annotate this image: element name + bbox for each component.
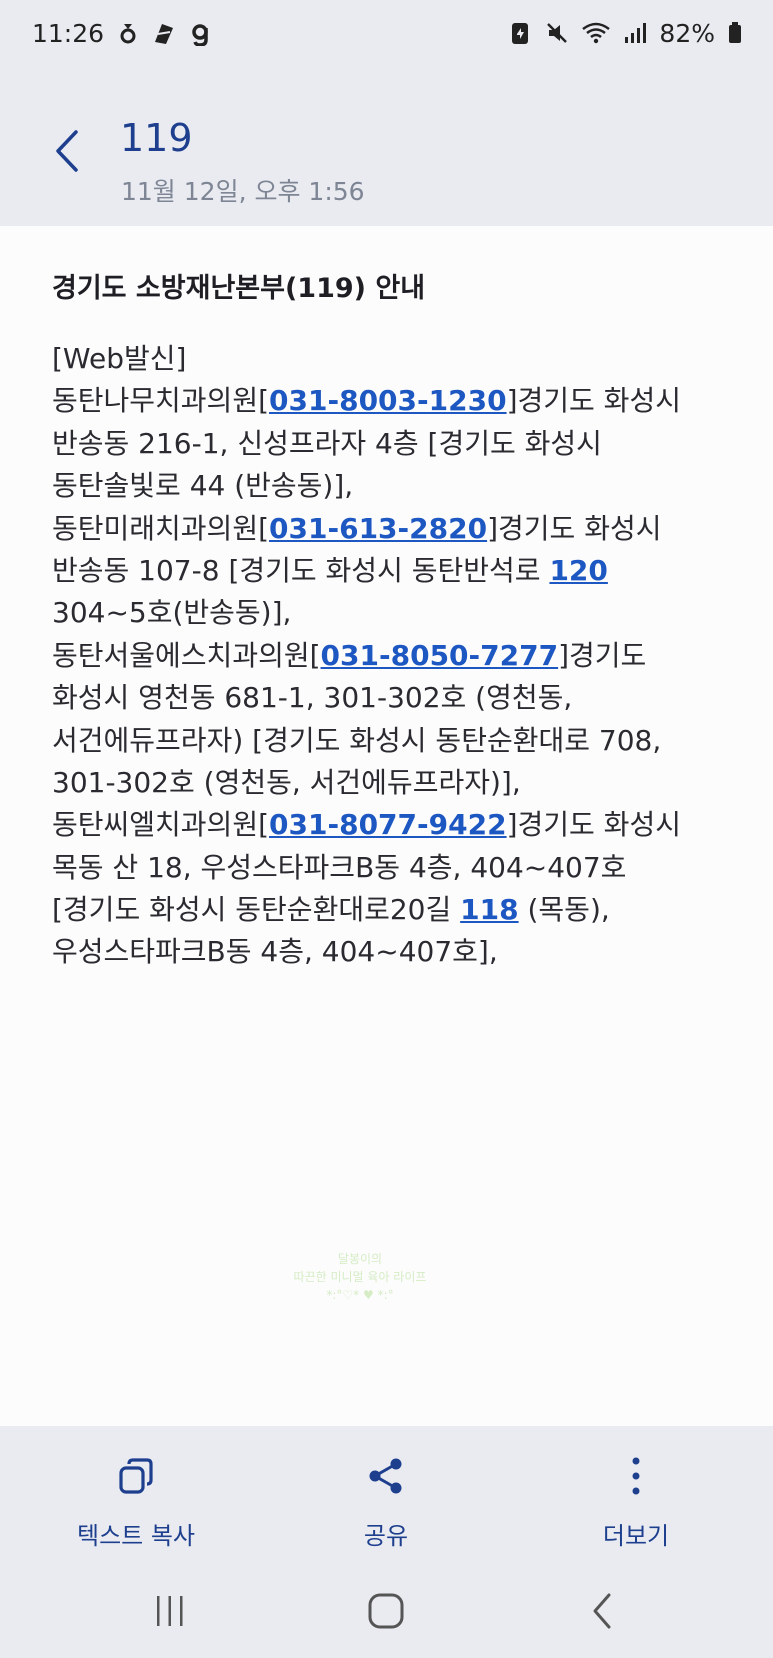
- message-text: (목동),: [518, 893, 610, 927]
- message-line: 우성스타파크B동 4층, 404~407호],: [52, 931, 752, 973]
- message-title: 경기도 소방재난본부(119) 안내: [52, 273, 426, 304]
- message-line: 동탄나무치과의원[031-8003-1230]경기도 화성시: [52, 380, 752, 422]
- mute-icon: [545, 20, 569, 46]
- phone-link[interactable]: 031-8003-1230: [269, 384, 507, 417]
- phone-link[interactable]: 118: [460, 893, 518, 926]
- message-date: 11월 12일, 오후 1:56: [121, 177, 365, 206]
- message-line: 304~5호(반송동)],: [52, 592, 752, 634]
- message-line: 서건에듀프라자) [경기도 화성시 동탄순환대로 708,: [52, 720, 752, 762]
- message-text: [경기도 화성시 동탄순환대로20길: [52, 893, 461, 927]
- more-label: 더보기: [602, 1522, 670, 1550]
- copy-text-button[interactable]: 텍스트 복사: [36, 1448, 236, 1558]
- message-text: [Web발신]: [52, 342, 187, 375]
- g-notification-icon: [188, 20, 212, 47]
- back-nav-icon: [593, 1593, 611, 1629]
- phone-link[interactable]: 031-8050-7277: [321, 639, 559, 672]
- message-content: 경기도 소방재난본부(119) 안내 [Web발신] 동탄나무치과의원[031-8…: [0, 226, 773, 1426]
- sender-title: 119: [120, 116, 193, 160]
- share-button[interactable]: 공유: [286, 1448, 486, 1558]
- watermark-line: 달봉이의: [337, 1252, 383, 1266]
- notification-icon: [116, 20, 140, 46]
- share-icon: [369, 1458, 402, 1494]
- message-line: 동탄미래치과의원[031-613-2820]경기도 화성시: [52, 508, 752, 550]
- watermark: 달봉이의 따끈한 미니멀 육아 라이프 *:°♡* ♥ *:°: [280, 1250, 440, 1304]
- message-text: 동탄미래치과의원[: [52, 511, 270, 545]
- more-button[interactable]: 더보기: [536, 1448, 736, 1558]
- message-line: [Web발신]: [52, 338, 752, 380]
- message-text: 동탄서울에스치과의원[: [52, 638, 321, 672]
- message-line: 동탄솔빛로 44 (반송동)],: [52, 465, 752, 507]
- watermark-line: 따끈한 미니멀 육아 라이프: [293, 1270, 427, 1284]
- bottom-bar: 텍스트 복사 공유 더보기: [0, 1426, 773, 1658]
- signal-icon: [623, 20, 647, 46]
- message-line: 목동 산 18, 우성스타파크B동 4층, 404~407호: [52, 847, 752, 889]
- message-text: 서건에듀프라자) [경기도 화성시 동탄순환대로 708,: [52, 723, 662, 757]
- message-text: 목동 산 18, 우성스타파크B동 4층, 404~407호: [52, 850, 627, 884]
- chevron-left-icon: [56, 130, 78, 172]
- message-text: ]경기도 화성시: [487, 511, 662, 545]
- message-line: 301-302호 (영천동, 서건에듀프라자)],: [52, 762, 752, 804]
- battery-saver-icon: [509, 20, 533, 46]
- message-text: 동탄솔빛로 44 (반송동)],: [52, 469, 354, 503]
- message-text: 우성스타파크B동 4층, 404~407호],: [52, 935, 498, 969]
- conversation-header: 119 11월 12일, 오후 1:56: [0, 66, 773, 226]
- copy-icon: [119, 1458, 153, 1494]
- message-text: 반송동 216-1, 신성프라자 4층 [경기도 화성시: [52, 426, 602, 460]
- battery-percent: 82%: [659, 18, 715, 48]
- message-text: ]경기도 화성시: [506, 808, 681, 842]
- message-body[interactable]: [Web발신] 동탄나무치과의원[031-8003-1230]경기도 화성시 반송동…: [52, 338, 752, 974]
- message-text: 화성시 영천동 681-1, 301-302호 (영천동,: [52, 681, 573, 715]
- message-text: 304~5호(반송동)],: [52, 596, 292, 630]
- status-right: 82%: [509, 19, 743, 48]
- status-left: 11:26: [32, 19, 212, 48]
- app-notification-icon: [152, 20, 176, 46]
- recent-apps-button[interactable]: [140, 1581, 200, 1641]
- message-line: 화성시 영천동 681-1, 301-302호 (영천동,: [52, 677, 752, 719]
- more-vertical-icon: [632, 1457, 640, 1495]
- message-text: 반송동 107-8 [경기도 화성시 동탄반석로: [52, 553, 550, 587]
- message-text: 동탄씨엘치과의원[: [52, 808, 270, 842]
- recent-apps-icon: [157, 1596, 183, 1626]
- phone-link[interactable]: 120: [549, 554, 607, 587]
- message-line: 반송동 216-1, 신성프라자 4층 [경기도 화성시: [52, 423, 752, 465]
- message-line: 반송동 107-8 [경기도 화성시 동탄반석로 120: [52, 550, 752, 592]
- phone-link[interactable]: 031-613-2820: [269, 512, 487, 545]
- home-icon: [368, 1593, 404, 1629]
- message-text: ]경기도 화성시: [506, 384, 681, 418]
- wifi-icon: [581, 20, 611, 46]
- phone-link[interactable]: 031-8077-9422: [269, 808, 507, 841]
- share-label: 공유: [363, 1522, 409, 1550]
- home-button[interactable]: [356, 1581, 416, 1641]
- system-nav-bar: [0, 1571, 773, 1658]
- back-button[interactable]: [40, 124, 94, 178]
- copy-text-label: 텍스트 복사: [76, 1522, 196, 1550]
- status-bar: 11:26 82%: [0, 0, 773, 66]
- status-time: 11:26: [32, 18, 105, 48]
- message-text: 동탄나무치과의원[: [52, 384, 270, 418]
- message-line: 동탄서울에스치과의원[031-8050-7277]경기도: [52, 635, 752, 677]
- battery-icon: [727, 20, 743, 46]
- message-text: ]경기도: [558, 638, 647, 672]
- watermark-line: *:°♡* ♥ *:°: [326, 1288, 394, 1302]
- message-text: 301-302호 (영천동, 서건에듀프라자)],: [52, 765, 521, 799]
- message-line: [경기도 화성시 동탄순환대로20길 118 (목동),: [52, 889, 752, 931]
- back-nav-button[interactable]: [572, 1581, 632, 1641]
- message-line: 동탄씨엘치과의원[031-8077-9422]경기도 화성시: [52, 804, 752, 846]
